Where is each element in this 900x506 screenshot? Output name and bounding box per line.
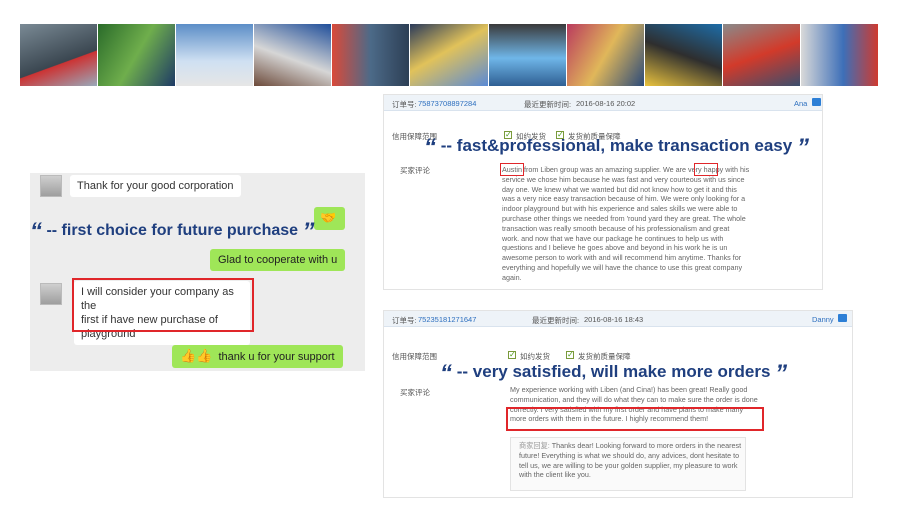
buyer-avatar bbox=[40, 175, 62, 197]
banner-photo bbox=[722, 24, 800, 86]
banner-photo bbox=[566, 24, 644, 86]
reply-line: 商家回复: Thanks dear! Looking forward to mo… bbox=[519, 441, 745, 451]
highlight-box bbox=[72, 278, 254, 332]
updated-label: 最近更新时间: bbox=[524, 100, 572, 109]
comment-label: 买家评论 bbox=[400, 388, 430, 397]
quote-close: ” bbox=[302, 218, 315, 245]
updated-time: 2016-08-16 20:02 bbox=[576, 99, 636, 108]
review-line: questions and I believe he goes above an… bbox=[502, 243, 728, 253]
chat-message: Glad to cooperate with u bbox=[210, 249, 346, 271]
agent-name[interactable]: Ana bbox=[794, 99, 807, 108]
order-label: 订单号: bbox=[392, 100, 417, 109]
review-line: Austin from Liben group was an amazing s… bbox=[502, 165, 750, 174]
thumbs-up-icon: 👍👍 bbox=[180, 348, 213, 363]
headline-text: -- fast&professional, make transaction e… bbox=[440, 136, 793, 155]
banner-photo bbox=[488, 24, 566, 86]
quote-open: “ bbox=[424, 134, 436, 161]
chat-message-text: Glad to cooperate with u bbox=[218, 254, 338, 266]
quote-open: “ bbox=[440, 360, 452, 387]
chat-panel: Thank for your good corporation 🤝 Glad t… bbox=[30, 173, 365, 371]
review-card-1: 订单号: 75873708897284 最近更新时间: 2016-08-16 2… bbox=[383, 94, 823, 290]
review-text: Austin from Liben group was an amazing s… bbox=[502, 165, 802, 283]
review-line: service we chose him because he was fast… bbox=[502, 174, 745, 184]
review-line: was a very nice easy transaction because… bbox=[502, 194, 746, 204]
banner-photo bbox=[176, 24, 254, 86]
headline-text: -- very satisfied, will make more orders bbox=[456, 362, 771, 381]
review-line: awesome person to work with and will rec… bbox=[502, 253, 742, 263]
buyer-avatar bbox=[40, 283, 62, 305]
reply-line: with the client like you. bbox=[519, 470, 591, 480]
quote-close: ” bbox=[775, 360, 788, 387]
banner-photo bbox=[800, 24, 878, 86]
banner-photo bbox=[98, 24, 176, 86]
chat-message-text: Thank for your good corporation bbox=[77, 180, 234, 192]
chat-message: 👍👍 thank u for your support bbox=[172, 345, 343, 368]
updated-time: 2016-08-16 18:43 bbox=[584, 315, 644, 324]
review-line: indoor playground but with his experienc… bbox=[502, 204, 738, 214]
order-label: 订单号: bbox=[392, 316, 417, 325]
review-line: work. and now that we have our package h… bbox=[502, 233, 724, 243]
handshake-icon: 🤝 bbox=[320, 210, 337, 225]
highlight-box bbox=[694, 163, 718, 176]
updated-label: 最近更新时间: bbox=[532, 316, 580, 325]
banner-photo bbox=[332, 24, 410, 86]
guarantee-label: 信用保障范围 bbox=[392, 352, 437, 361]
review-line: day one. We knew what we wanted but did … bbox=[502, 184, 737, 194]
quote-open: “ bbox=[30, 218, 42, 245]
agent-name[interactable]: Danny bbox=[812, 315, 834, 324]
mail-icon[interactable] bbox=[812, 98, 821, 106]
review-line: purchase other things we needed from 'ro… bbox=[502, 213, 746, 223]
chat-message: Thank for your good corporation bbox=[70, 175, 241, 197]
headline-first-choice: “ -- first choice for future purchase ” bbox=[30, 214, 315, 245]
banner-photo bbox=[644, 24, 722, 86]
review-line: everything and hopefully we will have th… bbox=[502, 262, 743, 272]
seller-reply-text: 商家回复: Thanks dear! Looking forward to mo… bbox=[519, 441, 745, 480]
review-header: 订单号: 75873708897284 最近更新时间: 2016-08-16 2… bbox=[384, 95, 822, 111]
chat-message-emoji: 🤝 bbox=[314, 207, 346, 230]
banner-photo bbox=[20, 24, 98, 86]
reply-line: tell us, we are willing to be your golde… bbox=[519, 460, 738, 470]
review-card-2: 订单号: 75235181271647 最近更新时间: 2016-08-16 1… bbox=[383, 310, 853, 498]
reply-line-text: Thanks dear! Looking forward to more ord… bbox=[551, 441, 742, 450]
banner-photo bbox=[410, 24, 488, 86]
review-header: 订单号: 75235181271647 最近更新时间: 2016-08-16 1… bbox=[384, 311, 852, 327]
seller-reply: 商家回复: Thanks dear! Looking forward to mo… bbox=[510, 437, 746, 491]
highlight-box bbox=[500, 163, 524, 176]
comment-label: 买家评论 bbox=[400, 166, 430, 175]
review-line: communication, and they will do what the… bbox=[510, 394, 758, 404]
highlight-box bbox=[506, 407, 764, 431]
order-number: 75873708897284 bbox=[418, 99, 477, 108]
reply-label: 商家回复: bbox=[519, 441, 550, 450]
review-line: transaction was really smooth because of… bbox=[502, 223, 730, 233]
photo-banner bbox=[20, 24, 878, 86]
quote-close: ” bbox=[796, 134, 809, 161]
headline-text: -- first choice for future purchase bbox=[46, 222, 299, 239]
order-number: 75235181271647 bbox=[418, 315, 477, 324]
banner-photo bbox=[254, 24, 332, 86]
chat-message-text: thank u for your support bbox=[218, 351, 335, 363]
headline-very-satisfied: “ -- very satisfied, will make more orde… bbox=[440, 356, 788, 387]
headline-fast-professional: “ -- fast&professional, make transaction… bbox=[424, 130, 809, 161]
reply-line: future! Everything is what we should do,… bbox=[519, 450, 740, 460]
mail-icon[interactable] bbox=[838, 314, 847, 322]
review-line: again. bbox=[502, 272, 522, 282]
